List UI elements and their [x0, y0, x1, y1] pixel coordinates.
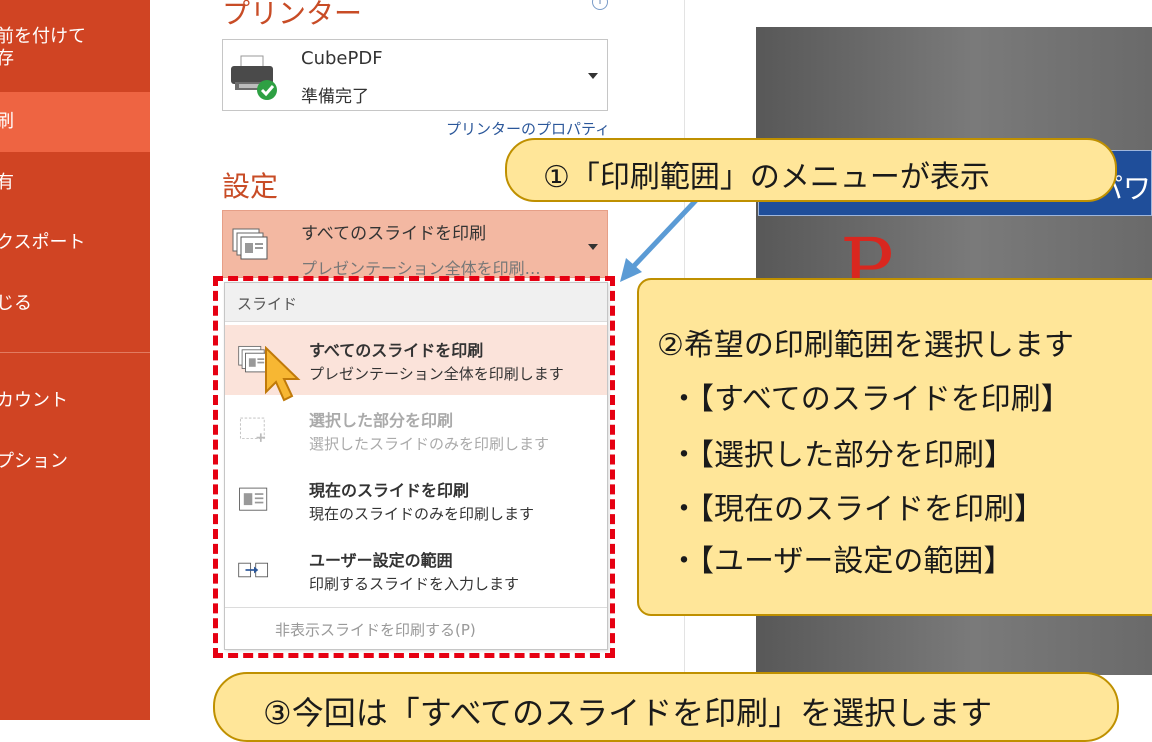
printer-status: 準備完了	[301, 87, 369, 107]
nav-divider	[0, 352, 150, 353]
nav-item-label: クスポート	[0, 232, 86, 253]
chevron-down-icon	[588, 73, 598, 79]
nav-item-options[interactable]: プション	[0, 451, 150, 473]
callout-step-3: ③今回は「すべてのスライドを印刷」を選択します	[213, 672, 1119, 742]
callout-list-item: ・【ユーザー設定の範囲】	[669, 544, 1014, 579]
nav-item-export[interactable]: クスポート	[0, 232, 150, 254]
nav-item-label: プション	[0, 451, 68, 472]
nav-item-account[interactable]: カウント	[0, 390, 150, 412]
printer-properties-link[interactable]: プリンターのプロパティ	[446, 118, 610, 139]
nav-item-label: 有	[0, 172, 14, 193]
printer-name: CubePDF	[301, 48, 383, 69]
callout-step-2-heading: ②希望の印刷範囲を選択します	[657, 328, 1074, 363]
nav-item-save-as[interactable]: 前を付けて 存	[0, 26, 150, 70]
print-range-select[interactable]: すべてのスライドを印刷 プレゼンテーション全体を印刷…	[222, 210, 608, 278]
nav-item-close[interactable]: じる	[0, 293, 150, 315]
callout-step-1: ①「印刷範囲」のメニューが表示	[505, 138, 1117, 202]
info-icon[interactable]: i	[592, 0, 608, 10]
callout-step-1-text: ①「印刷範囲」のメニューが表示	[543, 160, 990, 195]
all-slides-icon	[232, 228, 268, 260]
nav-item-label: 刷	[0, 111, 14, 132]
settings-section-title: 設定	[222, 170, 279, 203]
printer-select[interactable]: CubePDF 準備完了	[222, 39, 608, 111]
print-range-selected-title: すべてのスライドを印刷	[301, 224, 487, 244]
nav-item-label: じる	[0, 293, 32, 314]
callout-step-2: ②希望の印刷範囲を選択します ・【すべてのスライドを印刷】 ・【選択した部分を印…	[637, 278, 1152, 616]
highlight-frame	[213, 276, 615, 658]
chevron-down-icon	[588, 244, 598, 250]
callout-list-item: ・【すべてのスライドを印刷】	[669, 382, 1071, 417]
nav-item-print[interactable]: 刷	[0, 92, 150, 152]
callout-list-item: ・【現在のスライドを印刷】	[669, 492, 1044, 527]
nav-item-share[interactable]: 有	[0, 172, 150, 194]
nav-item-label: カウント	[0, 390, 68, 411]
nav-item-label: 前を付けて 存	[0, 26, 86, 69]
printer-section-title: プリンター	[222, 0, 363, 30]
backstage-nav: 前を付けて 存 刷 有 クスポート じる カウント プション	[0, 0, 150, 720]
printer-icon	[231, 55, 277, 100]
callout-list-item: ・【選択した部分を印刷】	[669, 438, 1014, 473]
callout-step-3-text: ③今回は「すべてのスライドを印刷」を選択します	[263, 694, 993, 732]
